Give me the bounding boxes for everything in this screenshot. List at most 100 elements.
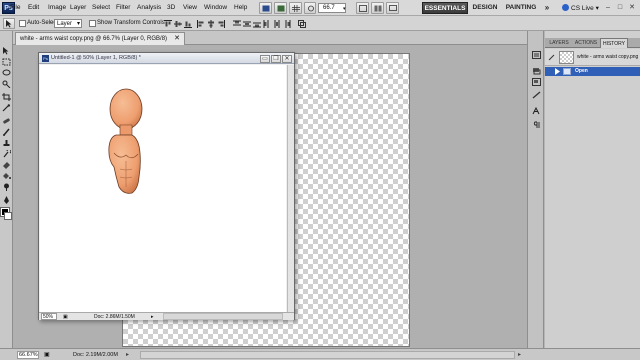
tool-preset-picker[interactable] [3,18,15,29]
eraser-tool[interactable] [2,161,11,169]
layer-comps-icon[interactable] [532,67,541,75]
history-brush-source-icon[interactable] [548,54,555,61]
move-tool[interactable] [2,47,11,55]
crop-tool[interactable] [2,93,11,101]
menu-help[interactable]: Help [234,4,247,11]
menu-edit[interactable]: Edit [28,4,39,11]
floating-window-title-bar[interactable]: Ps Untitled-1 @ 50% (Layer 1, RGB/8) * ▭… [39,53,294,64]
workspace-design-button[interactable]: DESIGN [470,2,500,14]
gradient-tool[interactable] [2,172,11,180]
status-zoom-field[interactable]: 66.67% [17,351,39,359]
navigator-icon[interactable] [532,78,541,86]
mini-bridge-button[interactable] [274,2,287,14]
auto-align-icon[interactable] [298,20,306,28]
history-brush-tool[interactable] [2,150,11,158]
align-bottom-icon[interactable] [184,20,192,28]
eyedropper-tool[interactable] [2,104,11,112]
arrange-documents-button[interactable] [371,2,384,14]
lasso-tool[interactable] [2,69,11,77]
more-workspaces-button[interactable]: » [542,2,552,14]
brush-tool[interactable] [2,128,11,136]
brushes-icon[interactable] [532,91,541,99]
chevron-down-icon[interactable]: ▾ [343,6,346,12]
floating-document-window[interactable]: Ps Untitled-1 @ 50% (Layer 1, RGB/8) * ▭… [38,52,295,320]
marquee-tool[interactable] [2,58,11,66]
history-state-label: Open [575,68,588,74]
pen-tool[interactable] [2,196,11,204]
bridge-button[interactable] [259,2,272,14]
tab-layers[interactable]: LAYERS [546,38,572,48]
status-info-icon[interactable]: ▣ [44,351,50,358]
background-color-swatch[interactable] [4,212,12,220]
auto-select-checkbox[interactable] [19,20,26,27]
workspace-essentials-button[interactable]: ESSENTIALS [422,2,468,14]
distribute-vcenter-icon[interactable] [243,20,251,28]
distribute-bottom-icon[interactable] [253,20,261,28]
menu-analysis[interactable]: Analysis [137,4,161,11]
menu-select[interactable]: Select [92,4,110,11]
horizontal-scrollbar[interactable] [140,351,515,359]
state-slider-icon[interactable] [555,68,560,75]
status-bar: 66.67% ▣ Doc: 2.19M/2.00M ▸ ▸ [0,348,640,360]
close-tab-icon[interactable]: ✕ [174,33,180,45]
hand-zoom-button[interactable] [304,2,316,14]
quick-selection-tool[interactable] [2,80,11,88]
healing-brush-tool[interactable] [2,117,11,125]
dodge-icon [4,183,9,191]
cs-live-button[interactable]: CS Live ▾ [562,4,599,12]
floating-window-hscrollbar[interactable] [163,313,283,320]
status-arrow-icon[interactable]: ▸ [151,313,154,321]
workspace-painting-button[interactable]: PAINTING [502,2,540,14]
zoom-level-field[interactable]: 66.7 [318,3,346,13]
clone-stamp-tool[interactable] [2,139,11,147]
screen-mode-toggle-button[interactable] [386,2,399,14]
status-info-icon[interactable]: ▣ [63,313,68,321]
show-transform-checkbox[interactable] [89,20,96,27]
bandage-icon [3,118,10,124]
close-button[interactable]: ✕ [627,3,637,12]
paragraph-icon[interactable] [532,121,541,129]
history-state-open[interactable]: Open [545,67,640,76]
menu-view[interactable]: View [183,4,197,11]
floating-window-canvas[interactable] [40,65,286,312]
distribute-left-icon[interactable] [263,20,271,28]
character-icon[interactable] [532,107,541,115]
maximize-button[interactable]: □ [615,3,625,12]
align-right-icon[interactable] [217,20,225,28]
history-snapshot[interactable]: white - arms waist copy.png [545,49,640,66]
align-left-icon[interactable] [197,20,205,28]
auto-select-dropdown[interactable]: Layer [54,19,82,28]
menu-file[interactable]: File [10,4,20,11]
align-top-icon[interactable] [164,20,172,28]
floating-window-scrollbar[interactable] [287,65,294,312]
menu-filter[interactable]: Filter [116,4,130,11]
minimize-button[interactable]: – [603,3,613,12]
fw-restore-button[interactable]: ❐ [271,55,281,63]
figure-neck [119,124,133,136]
menu-bar: Ps File Edit Image Layer Select Filter A… [0,0,640,16]
history-panel-icon[interactable] [532,51,541,59]
tab-actions[interactable]: ACTIONS [572,38,600,48]
eraser-icon [3,162,10,169]
menu-window[interactable]: Window [204,4,227,11]
status-menu-arrow-icon[interactable]: ▸ [126,351,129,358]
floating-window-zoom-field[interactable]: 50% [41,313,57,320]
menu-layer[interactable]: Layer [70,4,86,11]
distribute-hcenter-icon[interactable] [273,20,281,28]
dodge-tool[interactable] [2,183,11,191]
fw-minimize-button[interactable]: ▭ [260,55,270,63]
distribute-right-icon[interactable] [283,20,291,28]
scroll-right-icon[interactable]: ▸ [518,351,521,358]
menu-image[interactable]: Image [48,4,66,11]
history-brush-icon [3,150,11,158]
menu-3d[interactable]: 3D [167,4,175,11]
document-tab-title: white - arms waist copy.png @ 66.7% (Lay… [20,36,168,42]
view-extras-button[interactable] [289,2,302,14]
distribute-top-icon[interactable] [233,20,241,28]
align-vcenter-icon[interactable] [174,20,182,28]
screen-mode-button[interactable] [356,2,369,14]
document-tab[interactable]: white - arms waist copy.png @ 66.7% (Lay… [15,32,185,45]
fw-close-button[interactable]: ✕ [282,55,292,63]
tab-history[interactable]: HISTORY [600,38,628,48]
align-hcenter-icon[interactable] [207,20,215,28]
